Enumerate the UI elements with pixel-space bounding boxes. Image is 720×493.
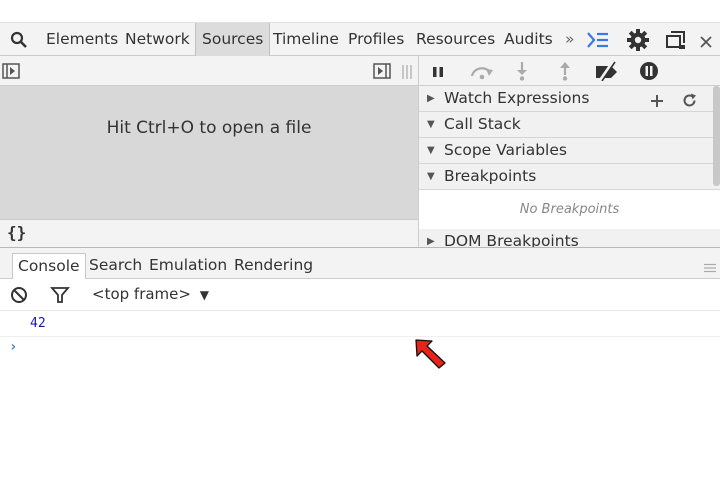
watch-expressions-section[interactable]: ▶ Watch Expressions (419, 86, 720, 112)
tab-search[interactable]: Search (89, 253, 142, 280)
drawer-resizer-icon[interactable] (704, 258, 716, 277)
step-into-icon[interactable] (515, 61, 529, 85)
close-icon[interactable] (700, 33, 712, 52)
tab-emulation[interactable]: Emulation (149, 253, 227, 280)
frame-selector-label: <top frame> (92, 285, 191, 303)
main-toolbar: Elements Network Sources Timeline Profil… (0, 22, 720, 56)
drawer-toggle-icon[interactable] (586, 30, 610, 54)
tab-sources[interactable]: Sources (195, 23, 271, 56)
sources-status-bar: {} (0, 219, 418, 247)
show-debugger-icon[interactable] (373, 63, 393, 83)
tab-audits[interactable]: Audits (504, 23, 553, 56)
console-result-value: 42 (30, 316, 46, 331)
pane-resizer-icon[interactable] (401, 64, 413, 83)
console-message: 42 (0, 311, 720, 337)
tab-elements[interactable]: Elements (46, 23, 118, 56)
mouse-cursor-icon (415, 339, 447, 373)
expanded-triangle-icon: ▼ (427, 171, 435, 182)
expanded-triangle-icon: ▼ (427, 119, 435, 130)
dom-breakpoints-section[interactable]: ▶ DOM Breakpoints (419, 229, 720, 247)
pretty-print-button[interactable]: {} (7, 223, 26, 242)
step-over-icon[interactable] (469, 62, 495, 84)
debugger-toolbar (419, 56, 720, 86)
filter-icon[interactable] (50, 285, 70, 309)
frame-selector[interactable]: <top frame> ▼ (92, 285, 209, 303)
tab-overflow-button[interactable]: » (565, 23, 574, 56)
no-breakpoints-label: No Breakpoints (419, 191, 720, 229)
drawer-tab-bar: Console Search Emulation Rendering (0, 247, 720, 280)
tab-timeline[interactable]: Timeline (273, 23, 339, 56)
editor-area: Hit Ctrl+O to open a file (0, 86, 418, 219)
pause-icon[interactable] (431, 64, 445, 83)
tab-console[interactable]: Console (12, 253, 86, 280)
debugger-sidebar: ▶ Watch Expressions ▼ Call Stack ▼ Scope… (419, 86, 720, 247)
console-toolbar: <top frame> ▼ (0, 279, 720, 311)
dock-side-icon[interactable] (665, 30, 687, 54)
show-navigator-icon[interactable] (2, 63, 20, 83)
chevron-down-icon: ▼ (199, 288, 209, 302)
sidebar-scrollbar[interactable] (713, 86, 720, 186)
tab-network[interactable]: Network (125, 23, 190, 56)
expanded-triangle-icon: ▼ (427, 145, 435, 156)
window-top-strip (0, 0, 720, 22)
scope-variables-section[interactable]: ▼ Scope Variables (419, 138, 720, 164)
call-stack-section[interactable]: ▼ Call Stack (419, 112, 720, 138)
tab-rendering[interactable]: Rendering (234, 253, 313, 280)
tab-profiles[interactable]: Profiles (348, 23, 404, 56)
gear-icon[interactable] (626, 28, 650, 56)
sources-navigator-header (0, 56, 418, 86)
deactivate-breakpoints-icon[interactable] (594, 61, 620, 85)
step-out-icon[interactable] (558, 61, 572, 85)
pause-on-exceptions-icon[interactable] (639, 61, 659, 85)
tab-resources[interactable]: Resources (416, 23, 495, 56)
collapsed-triangle-icon: ▶ (427, 236, 435, 247)
collapsed-triangle-icon: ▶ (427, 93, 435, 104)
console-prompt[interactable]: › (9, 339, 17, 355)
open-file-hint: Hit Ctrl+O to open a file (106, 118, 312, 138)
search-icon[interactable] (10, 31, 28, 53)
clear-console-icon[interactable] (10, 286, 28, 308)
breakpoints-section[interactable]: ▼ Breakpoints (419, 164, 720, 190)
